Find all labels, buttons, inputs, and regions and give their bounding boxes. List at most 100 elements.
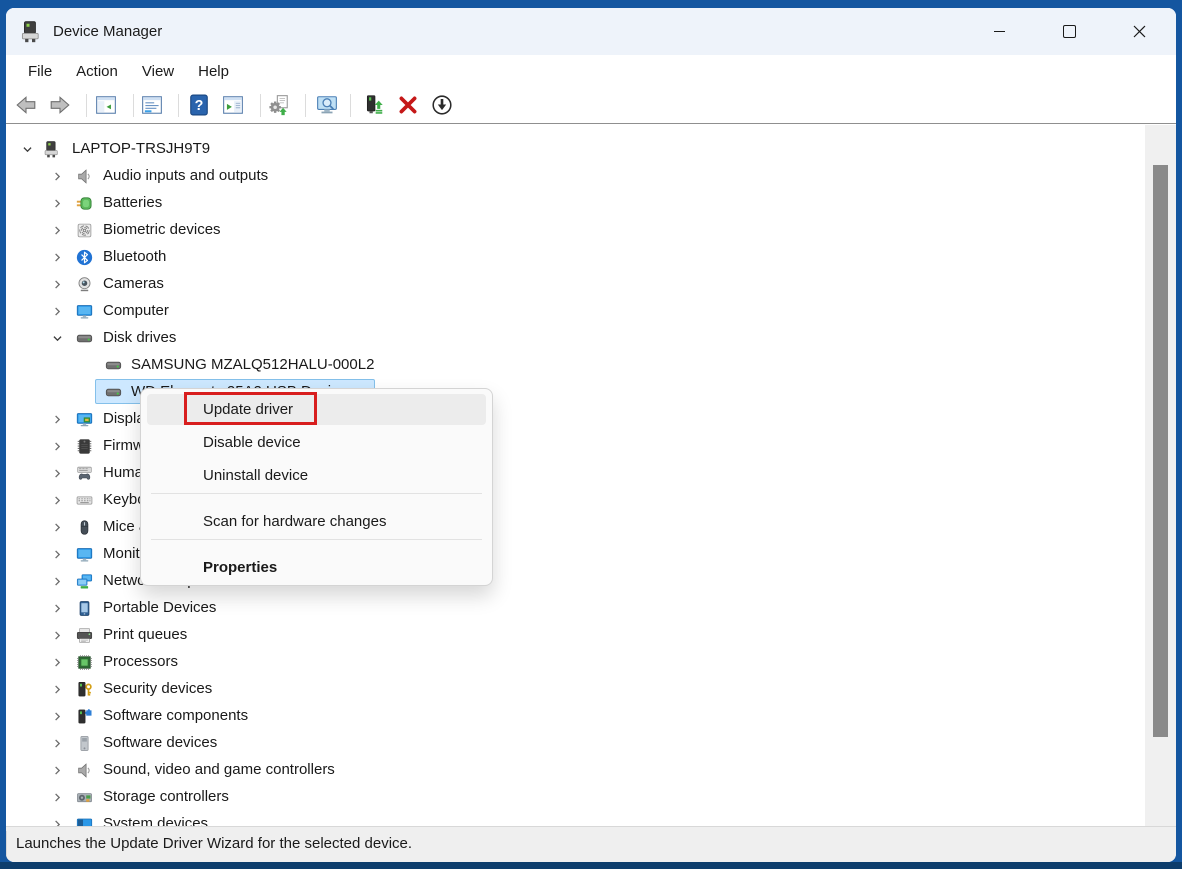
context-menu: Update driverDisable deviceUninstall dev…: [140, 388, 493, 586]
chevron-right-icon[interactable]: [50, 466, 65, 481]
menu-separator: [151, 493, 482, 494]
toolbar-separator: [86, 94, 87, 117]
forward-button[interactable]: [46, 91, 74, 119]
chevron-right-icon[interactable]: [50, 790, 65, 805]
tree-item-disk-drives[interactable]: Disk drives: [6, 325, 1145, 352]
tree-item-portable-devices[interactable]: Portable Devices: [6, 595, 1145, 622]
disk-icon: [105, 384, 122, 401]
tree-item-cameras[interactable]: Cameras: [6, 271, 1145, 298]
keyboard-icon: [76, 492, 93, 509]
vertical-scrollbar[interactable]: [1145, 125, 1176, 826]
status-bar: Launches the Update Driver Wizard for th…: [6, 826, 1176, 862]
chevron-right-icon[interactable]: [50, 628, 65, 643]
tree-item-system-devices[interactable]: System devices: [6, 811, 1145, 826]
tree-item-processors[interactable]: Processors: [6, 649, 1145, 676]
show-action-pane-button[interactable]: [219, 91, 247, 119]
chevron-right-icon[interactable]: [50, 736, 65, 751]
tree-item-samsung-mzalq512halu-000l2[interactable]: SAMSUNG MZALQ512HALU-000L2: [6, 352, 1145, 379]
menu-file[interactable]: File: [16, 59, 64, 84]
system-icon: [76, 816, 93, 826]
context-menu-item-disable-device[interactable]: Disable device: [147, 427, 486, 458]
tree-item-label: Cameras: [103, 275, 164, 292]
uninstall-device-button[interactable]: [394, 91, 422, 119]
context-menu-item-scan-for-hardware-changes[interactable]: Scan for hardware changes: [147, 506, 486, 537]
software-components-icon: [76, 708, 93, 725]
tree-item-audio-inputs-and-outputs[interactable]: Audio inputs and outputs: [6, 163, 1145, 190]
maximize-button[interactable]: [1034, 10, 1104, 54]
menu-action[interactable]: Action: [64, 59, 130, 84]
properties-button[interactable]: [138, 91, 166, 119]
chevron-right-icon[interactable]: [50, 547, 65, 562]
chevron-right-icon[interactable]: [50, 655, 65, 670]
chevron-right-icon[interactable]: [50, 493, 65, 508]
tree-item-label: SAMSUNG MZALQ512HALU-000L2: [131, 356, 374, 373]
status-text: Launches the Update Driver Wizard for th…: [16, 835, 412, 852]
chevron-right-icon[interactable]: [50, 304, 65, 319]
tree-item-sound-video-and-game-controllers[interactable]: Sound, video and game controllers: [6, 757, 1145, 784]
sound-icon: [76, 762, 93, 779]
back-icon: [15, 94, 37, 116]
tree-item-software-devices[interactable]: Software devices: [6, 730, 1145, 757]
toolbar-separator: [350, 94, 351, 117]
tree-item-label: Disk drives: [103, 329, 176, 346]
tree-item-computer[interactable]: Computer: [6, 298, 1145, 325]
tree-item-label: Bluetooth: [103, 248, 166, 265]
tree-item-security-devices[interactable]: Security devices: [6, 676, 1145, 703]
tree-item-label: Batteries: [103, 194, 162, 211]
tree-item-label: Audio inputs and outputs: [103, 167, 268, 184]
help-button[interactable]: [185, 91, 213, 119]
chevron-down-icon[interactable]: [20, 142, 35, 157]
minimize-button[interactable]: [964, 10, 1034, 54]
update-driver-icon: [364, 94, 386, 116]
close-button[interactable]: [1104, 10, 1174, 54]
toolbar: [6, 88, 1176, 123]
chevron-right-icon[interactable]: [50, 223, 65, 238]
chevron-right-icon[interactable]: [50, 817, 65, 826]
chevron-right-icon[interactable]: [50, 250, 65, 265]
back-button[interactable]: [12, 91, 40, 119]
scrollbar-thumb[interactable]: [1153, 165, 1168, 737]
menu-bar: FileActionViewHelp: [6, 55, 1176, 88]
update-driver-button[interactable]: [361, 91, 389, 119]
chevron-right-icon[interactable]: [50, 412, 65, 427]
chevron-right-icon[interactable]: [50, 682, 65, 697]
window-title: Device Manager: [53, 23, 162, 40]
scan-for-hardware-changes-button[interactable]: [313, 91, 341, 119]
chevron-right-icon[interactable]: [50, 763, 65, 778]
tree-item-storage-controllers[interactable]: Storage controllers: [6, 784, 1145, 811]
disable-device-button[interactable]: [428, 91, 456, 119]
chevron-right-icon[interactable]: [50, 439, 65, 454]
toolbar-separator: [305, 94, 306, 117]
tree-item-software-components[interactable]: Software components: [6, 703, 1145, 730]
scan-for-hardware-changes-icon: [316, 94, 338, 116]
forward-icon: [49, 94, 71, 116]
update-driver-software-button[interactable]: [265, 91, 293, 119]
chevron-right-icon[interactable]: [50, 169, 65, 184]
chevron-right-icon[interactable]: [50, 520, 65, 535]
chevron-down-icon[interactable]: [50, 331, 65, 346]
bluetooth-icon: [76, 249, 93, 266]
audio-icon: [76, 168, 93, 185]
tree-item-label: Portable Devices: [103, 599, 216, 616]
tree-item-label: Security devices: [103, 680, 212, 697]
context-menu-item-properties[interactable]: Properties: [147, 552, 486, 583]
monitor-icon: [76, 546, 93, 563]
context-menu-item-uninstall-device[interactable]: Uninstall device: [147, 460, 486, 491]
printer-icon: [76, 627, 93, 644]
tree-item-label: Print queues: [103, 626, 187, 643]
tree-item-print-queues[interactable]: Print queues: [6, 622, 1145, 649]
chevron-right-icon[interactable]: [50, 196, 65, 211]
menu-help[interactable]: Help: [186, 59, 241, 84]
chevron-right-icon[interactable]: [50, 709, 65, 724]
chevron-right-icon[interactable]: [50, 601, 65, 616]
menu-view[interactable]: View: [130, 59, 186, 84]
tree-item-laptop-trsjh9t9[interactable]: LAPTOP-TRSJH9T9: [6, 136, 1145, 163]
status-separator: [6, 831, 7, 857]
chevron-right-icon[interactable]: [50, 574, 65, 589]
tree-item-label: Processors: [103, 653, 178, 670]
chevron-right-icon[interactable]: [50, 277, 65, 292]
tree-item-batteries[interactable]: Batteries: [6, 190, 1145, 217]
tree-item-bluetooth[interactable]: Bluetooth: [6, 244, 1145, 271]
tree-item-biometric-devices[interactable]: Biometric devices: [6, 217, 1145, 244]
show-console-tree-button[interactable]: [92, 91, 120, 119]
